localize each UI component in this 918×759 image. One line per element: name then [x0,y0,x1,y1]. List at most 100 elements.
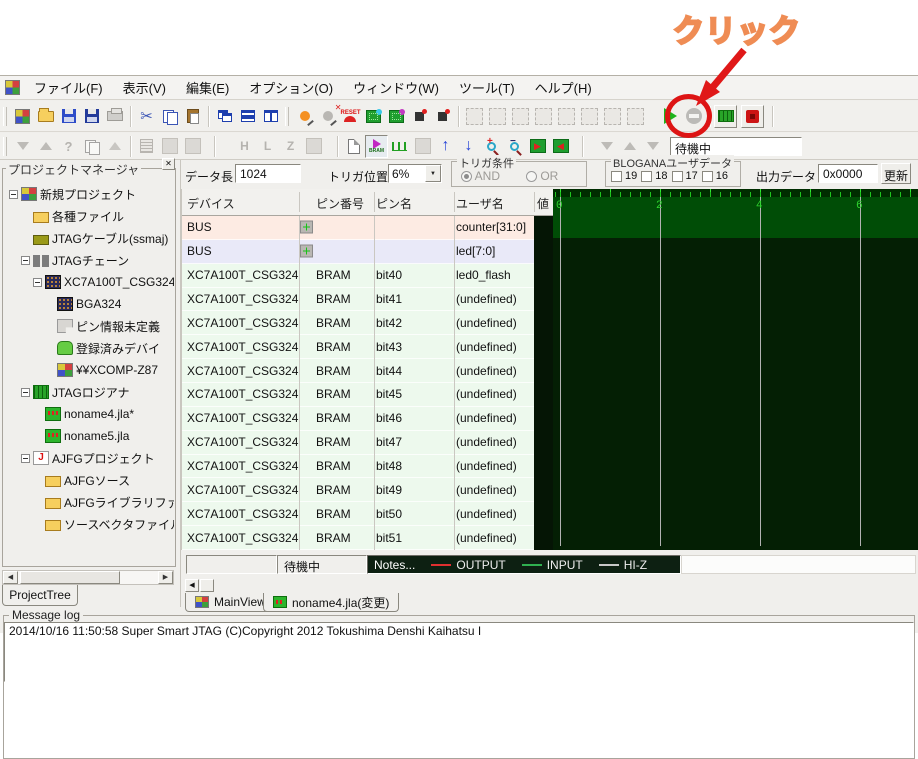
table-row[interactable]: XC7A100T_CSG324 BRAM bit41 (undefined) [182,288,534,312]
toolbar-grip[interactable] [285,107,289,126]
device-config-button[interactable] [385,105,408,128]
menu-item[interactable]: ファイル(F) [24,77,113,100]
table-row[interactable]: XC7A100T_CSG324 BRAM bit50 (undefined) [182,502,534,526]
print-button[interactable] [103,105,126,128]
verify-button[interactable]: ? [57,135,80,158]
chip-state-button-4[interactable] [532,105,555,128]
set-hiz-button[interactable]: Z [279,135,302,158]
tree-item[interactable]: ¥¥XCOMP-Z87 [5,359,174,381]
palette-button[interactable] [11,105,34,128]
table-row[interactable]: BUS led[7:0] [182,240,534,264]
scroll-track[interactable] [18,571,158,584]
tab-scroll-left-icon[interactable]: ◀ [185,579,199,592]
checkbox-icon[interactable] [672,171,683,182]
scroll-left-icon[interactable]: ◀ [3,571,18,584]
message-log-view[interactable]: 2014/10/16 11:50:58 Super Smart JTAG (C)… [4,622,914,682]
tree-item[interactable]: JTAGロジアナ [5,381,174,403]
tree-item[interactable]: 新規プロジェクト [5,183,174,205]
chevron-down-icon[interactable]: ▼ [425,165,441,182]
copy-button[interactable] [158,105,181,128]
tab-scroll-right-icon[interactable] [200,579,214,592]
paste-button[interactable] [181,105,204,128]
toolbar-grip[interactable] [3,107,7,126]
tree-item[interactable]: AJFGプロジェクト [5,447,174,469]
close-panel-button[interactable]: ✕ [162,158,175,170]
add-probe-button[interactable] [408,105,431,128]
table-row[interactable]: XC7A100T_CSG324 BRAM bit45 (undefined) [182,383,534,407]
table-row[interactable]: XC7A100T_CSG324 BRAM bit42 (undefined) [182,311,534,335]
data-length-input[interactable]: 1024 [235,164,301,183]
disconnect-button[interactable] [316,105,339,128]
chip-gray-button[interactable] [181,135,204,158]
menu-item[interactable]: ウィンドウ(W) [343,77,449,100]
tree-item[interactable]: AJFGソース [5,469,174,491]
table-row[interactable]: XC7A100T_CSG324 BRAM bit47 (undefined) [182,431,534,455]
update-button[interactable]: 更新 [881,163,911,184]
trigger-pos-select[interactable]: 6%▼ [388,164,442,183]
scroll-right-icon[interactable]: ▶ [158,571,173,584]
pin-list-button[interactable] [135,135,158,158]
user-bit-checkbox[interactable]: 17 [672,170,698,182]
expand-bus-icon[interactable] [300,245,313,258]
tab-project-tree[interactable]: ProjectTree [2,585,78,606]
menu-item[interactable]: オプション(O) [239,77,343,100]
add-probe-list-button[interactable] [431,105,454,128]
table-row[interactable]: XC7A100T_CSG324 BRAM bit40 led0_flash [182,264,534,288]
tile-horizontal-button[interactable] [236,105,259,128]
tree-item[interactable]: JTAGチェーン [5,249,174,271]
scan-chain-button[interactable] [362,105,385,128]
new-waveform-button[interactable] [342,135,365,158]
pattern-button[interactable] [388,135,411,158]
table-row[interactable]: XC7A100T_CSG324 BRAM bit46 (undefined) [182,407,534,431]
tree-item[interactable]: 各種ファイル [5,205,174,227]
chip-state-button-3[interactable] [509,105,532,128]
tree-hscrollbar[interactable]: ◀ ▶ [2,570,174,585]
save-all-button[interactable] [80,105,103,128]
menu-item[interactable]: ツール(T) [449,77,525,100]
cut-button[interactable]: ✂ [135,105,158,128]
tree-expand-icon[interactable] [9,190,18,199]
menu-item[interactable]: 編集(E) [176,77,239,100]
chip-state-button-7[interactable] [601,105,624,128]
tree-item[interactable]: AJFGライブラリファイ [5,491,174,513]
table-row[interactable]: XC7A100T_CSG324 BRAM bit49 (undefined) [182,478,534,502]
tree-item[interactable]: XC7A100T_CSG324 [5,271,174,293]
bram-view-button[interactable]: BRAM [365,135,388,158]
table-row[interactable]: XC7A100T_CSG324 BRAM bit51 (undefined) [182,526,534,550]
tree-expand-icon[interactable] [21,388,30,397]
tree-item[interactable]: JTAGケーブル(ssmaj) [5,227,174,249]
user-bit-checkbox[interactable]: 19 [611,170,637,182]
blank-button-3[interactable] [411,135,434,158]
user-bit-checkbox[interactable]: 18 [641,170,667,182]
tree-item[interactable]: noname5.jla [5,425,174,447]
checkbox-icon[interactable] [611,171,622,182]
signal-in-button[interactable]: ▶ [526,135,549,158]
alarm-button[interactable] [103,135,126,158]
upload-button[interactable] [34,135,57,158]
table-row[interactable]: BUS counter[31:0] [182,216,534,240]
scroll-thumb[interactable] [20,571,120,584]
tree-expand-icon[interactable] [33,278,42,287]
menu-item[interactable]: ヘルプ(H) [525,77,602,100]
tree-expand-icon[interactable] [21,256,30,265]
menu-item[interactable]: 表示(V) [113,77,176,100]
blank-button-1[interactable] [158,135,181,158]
table-row[interactable]: XC7A100T_CSG324 BRAM bit44 (undefined) [182,359,534,383]
table-row[interactable]: XC7A100T_CSG324 BRAM bit48 (undefined) [182,455,534,479]
and-radio[interactable]: AND [461,169,500,183]
save-button[interactable] [57,105,80,128]
duplicate-button[interactable] [80,135,103,158]
tree-expand-icon[interactable] [21,454,30,463]
checkbox-icon[interactable] [641,171,652,182]
reset-button[interactable]: RESET [339,105,362,128]
or-radio[interactable]: OR [526,169,558,183]
table-row[interactable]: XC7A100T_CSG324 BRAM bit43 (undefined) [182,335,534,359]
tile-vertical-button[interactable] [259,105,282,128]
user-bit-checkbox[interactable]: 16 [702,170,728,182]
blank-button-2[interactable] [302,135,325,158]
tree-item[interactable]: 登録済みデバイ [5,337,174,359]
chip-state-button-6[interactable] [578,105,601,128]
chip-state-button-2[interactable] [486,105,509,128]
waveform-view[interactable]: 0 2 4 6 [553,189,918,550]
tree-item[interactable]: ソースベクタファイル [5,513,174,535]
